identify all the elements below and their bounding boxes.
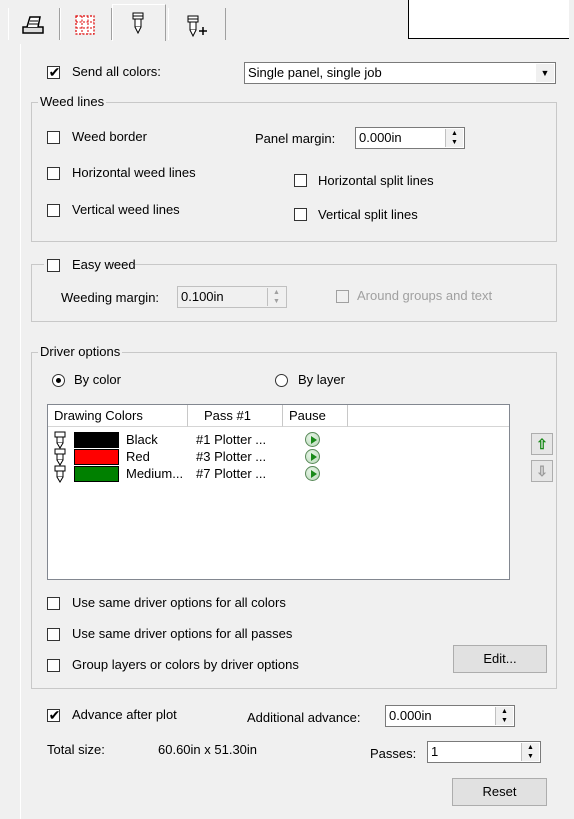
plotter-icon <box>22 16 44 34</box>
horizontal-split-lines-label: Horizontal split lines <box>318 173 434 188</box>
vertical-split-lines-checkbox[interactable] <box>294 208 307 221</box>
panel-margin-label: Panel margin: <box>255 131 336 146</box>
pass-value: #3 Plotter ... <box>196 449 267 464</box>
table-row[interactable]: Red #3 Plotter ... <box>48 448 509 466</box>
group-layers-label: Group layers or colors by driver options <box>72 657 299 672</box>
easy-weed-checkbox[interactable] <box>47 259 60 272</box>
weeding-margin-input[interactable]: 0.100in ▲ ▼ <box>177 286 287 308</box>
panel-grid-icon <box>75 15 95 35</box>
reset-button[interactable]: Reset <box>452 778 547 806</box>
pass-value: #1 Plotter ... <box>196 432 267 447</box>
weed-lines-title: Weed lines <box>38 94 107 110</box>
weeding-margin-spinner[interactable]: ▲ ▼ <box>267 288 285 306</box>
color-name: Black <box>126 432 158 447</box>
additional-advance-input[interactable]: 0.000in ▲ ▼ <box>385 705 515 727</box>
passes-input[interactable]: 1 ▲ ▼ <box>427 741 541 763</box>
same-options-passes-checkbox[interactable] <box>47 628 60 641</box>
chevron-down-icon[interactable]: ▼ <box>536 64 554 82</box>
color-name: Red <box>126 449 150 464</box>
panel-margin-value: 0.000in <box>359 130 402 145</box>
column-header-pass-1[interactable]: Pass #1 <box>188 405 283 427</box>
same-options-colors-label: Use same driver options for all colors <box>72 595 286 610</box>
panel-margin-spinner[interactable]: ▲ ▼ <box>445 129 463 147</box>
spin-up-icon[interactable]: ▲ <box>496 707 513 716</box>
driver-options-title: Driver options <box>38 344 123 360</box>
pen-icon <box>54 431 66 449</box>
drawing-colors-list[interactable]: Drawing Colors Pass #1 Pause Black #1 Pl… <box>47 404 510 580</box>
additional-advance-value: 0.000in <box>389 708 432 723</box>
vertical-weed-lines-label: Vertical weed lines <box>72 202 180 217</box>
color-swatch-red <box>74 449 119 465</box>
vertical-weed-lines-checkbox[interactable] <box>47 204 60 217</box>
by-layer-radio[interactable] <box>275 374 288 387</box>
horizontal-split-lines-checkbox[interactable] <box>294 174 307 187</box>
total-size-label: Total size: <box>47 742 105 757</box>
pass-value: #7 Plotter ... <box>196 466 267 481</box>
by-layer-label: By layer <box>298 372 345 387</box>
play-icon[interactable] <box>305 449 320 464</box>
total-size-value: 60.60in x 51.30in <box>158 742 258 757</box>
column-header-drawing-colors[interactable]: Drawing Colors <box>48 405 188 427</box>
pen-icon <box>54 465 66 483</box>
weed-border-checkbox[interactable] <box>47 131 60 144</box>
tab-pen[interactable] <box>112 4 166 41</box>
spin-down-icon[interactable]: ▼ <box>268 297 285 306</box>
weed-border-label: Weed border <box>72 129 147 144</box>
passes-spinner[interactable]: ▲ ▼ <box>521 743 539 761</box>
column-header-pause[interactable]: Pause <box>283 405 348 427</box>
pen-icon <box>54 448 66 466</box>
send-all-colors-checkbox[interactable]: ✔ <box>47 64 60 80</box>
spin-down-icon[interactable]: ▼ <box>446 138 463 147</box>
arrow-up-icon: ⇧ <box>536 436 548 452</box>
send-mode-select[interactable]: Single panel, single job ▼ <box>244 62 556 84</box>
weeding-margin-label: Weeding margin: <box>61 290 160 305</box>
around-groups-label: Around groups and text <box>357 288 493 303</box>
passes-value: 1 <box>431 744 439 759</box>
same-options-colors-checkbox[interactable] <box>47 597 60 610</box>
spin-down-icon[interactable]: ▼ <box>522 752 539 761</box>
passes-label: Passes: <box>370 746 417 761</box>
table-row[interactable]: Medium... #7 Plotter ... <box>48 465 509 483</box>
color-swatch-black <box>74 432 119 448</box>
radio-dot <box>56 378 61 383</box>
color-swatch-medium-green <box>74 466 119 482</box>
column-header-empty <box>348 405 509 427</box>
preview-area <box>408 0 569 39</box>
easy-weed-label: Easy weed <box>72 257 136 272</box>
color-name: Medium... <box>126 466 184 481</box>
vertical-split-lines-label: Vertical split lines <box>318 207 418 222</box>
horizontal-weed-lines-label: Horizontal weed lines <box>72 165 196 180</box>
play-icon[interactable] <box>305 466 320 481</box>
around-groups-checkbox[interactable] <box>336 290 349 303</box>
spin-down-icon[interactable]: ▼ <box>496 716 513 725</box>
advance-after-plot-label: Advance after plot <box>72 707 177 722</box>
play-icon[interactable] <box>305 432 320 447</box>
by-color-radio[interactable] <box>52 374 65 387</box>
tab-pen-plus[interactable] <box>168 8 226 40</box>
move-up-button[interactable]: ⇧ <box>531 433 553 455</box>
spin-up-icon[interactable]: ▲ <box>446 129 463 138</box>
move-down-button[interactable]: ⇩ <box>531 460 553 482</box>
spin-up-icon[interactable]: ▲ <box>268 288 285 297</box>
advance-after-plot-checkbox[interactable]: ✔ <box>47 707 60 723</box>
send-all-colors-label: Send all colors: <box>72 64 161 79</box>
by-color-label: By color <box>74 372 121 387</box>
edit-button[interactable]: Edit... <box>453 645 547 673</box>
pen-plus-icon <box>187 15 207 38</box>
additional-advance-spinner[interactable]: ▲ ▼ <box>495 707 513 725</box>
group-layers-checkbox[interactable] <box>47 659 60 672</box>
spin-up-icon[interactable]: ▲ <box>522 743 539 752</box>
horizontal-weed-lines-checkbox[interactable] <box>47 167 60 180</box>
tab-plot-preview[interactable] <box>8 8 60 40</box>
table-row[interactable]: Black #1 Plotter ... <box>48 431 509 449</box>
additional-advance-label: Additional advance: <box>247 710 361 725</box>
arrow-down-icon: ⇩ <box>536 463 548 479</box>
pen-icon <box>132 12 144 35</box>
tab-panel[interactable] <box>60 8 112 40</box>
panel-margin-input[interactable]: 0.000in ▲ ▼ <box>355 127 465 149</box>
weeding-margin-value: 0.100in <box>181 289 224 304</box>
same-options-passes-label: Use same driver options for all passes <box>72 626 293 641</box>
send-mode-value: Single panel, single job <box>248 65 382 80</box>
